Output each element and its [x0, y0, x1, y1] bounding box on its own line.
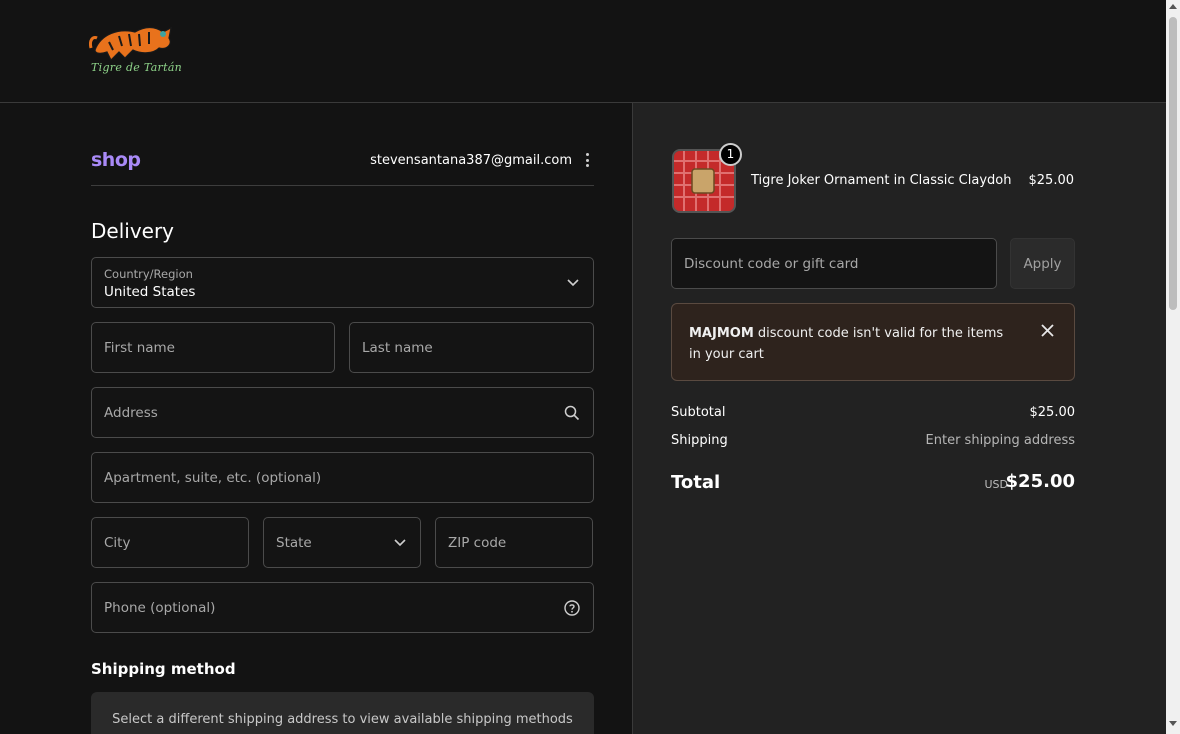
shipping-value: Enter shipping address [925, 433, 1075, 448]
country-value: United States [104, 284, 196, 300]
apartment-placeholder: Apartment, suite, etc. (optional) [104, 469, 322, 486]
close-icon[interactable] [1041, 324, 1054, 337]
last-name-field[interactable]: Last name [349, 322, 594, 373]
state-placeholder: State [276, 534, 312, 551]
last-name-placeholder: Last name [362, 339, 433, 356]
city-field[interactable]: City [91, 517, 249, 568]
total-currency: USD [984, 478, 1008, 491]
divider [91, 185, 594, 186]
more-options-icon[interactable] [582, 153, 592, 169]
shop-pay-logo: shop [91, 149, 141, 171]
shipping-method-message: Select a different shipping address to v… [112, 712, 573, 727]
discount-code-input[interactable]: Discount code or gift card [671, 238, 997, 289]
help-icon[interactable] [564, 599, 580, 616]
state-select[interactable]: State [263, 517, 421, 568]
store-header: Tigre de Tartán [0, 0, 1166, 103]
apartment-field[interactable]: Apartment, suite, etc. (optional) [91, 452, 594, 503]
product-price: $25.00 [1028, 173, 1075, 188]
zip-placeholder: ZIP code [448, 534, 507, 551]
zip-field[interactable]: ZIP code [435, 517, 593, 568]
delivery-heading: Delivery [91, 219, 175, 243]
phone-placeholder: Phone (optional) [104, 599, 216, 616]
search-icon [564, 405, 580, 420]
scrollbar-thumb[interactable] [1169, 17, 1177, 310]
apply-discount-button[interactable]: Apply [1010, 238, 1075, 289]
subtotal-value: $25.00 [1029, 405, 1076, 420]
page-scrollbar[interactable] [1166, 0, 1180, 734]
scroll-up-icon[interactable] [1169, 4, 1177, 9]
shipping-label: Shipping [671, 433, 728, 448]
chevron-down-icon [394, 538, 406, 546]
discount-code: MAJMOM [689, 326, 754, 341]
subtotal-label: Subtotal [671, 405, 726, 420]
first-name-field[interactable]: First name [91, 322, 335, 373]
discount-placeholder: Discount code or gift card [684, 256, 859, 272]
shipping-method-notice: Select a different shipping address to v… [91, 692, 594, 734]
address-placeholder: Address [104, 404, 158, 421]
country-label: Country/Region [104, 267, 193, 281]
total-label: Total [671, 472, 721, 493]
discount-error-message: MAJMOM discount code isn't valid for the… [689, 323, 1019, 365]
phone-field[interactable]: Phone (optional) [91, 582, 594, 633]
total-value: $25.00 [1005, 471, 1075, 492]
first-name-placeholder: First name [104, 339, 175, 356]
chevron-down-icon [567, 278, 579, 286]
account-email: stevensantana387@gmail.com [370, 153, 572, 168]
scroll-down-icon[interactable] [1169, 721, 1177, 726]
tiger-logo-icon [89, 26, 172, 62]
city-placeholder: City [104, 534, 131, 551]
shipping-method-heading: Shipping method [91, 660, 236, 678]
product-name: Tigre Joker Ornament in Classic Claydoh [751, 173, 1012, 188]
discount-error-banner: MAJMOM discount code isn't valid for the… [671, 303, 1075, 381]
quantity-badge: 1 [719, 143, 742, 166]
address-field[interactable]: Address [91, 387, 594, 438]
country-select[interactable]: Country/Region United States [91, 257, 594, 308]
store-name: Tigre de Tartán [91, 61, 183, 74]
